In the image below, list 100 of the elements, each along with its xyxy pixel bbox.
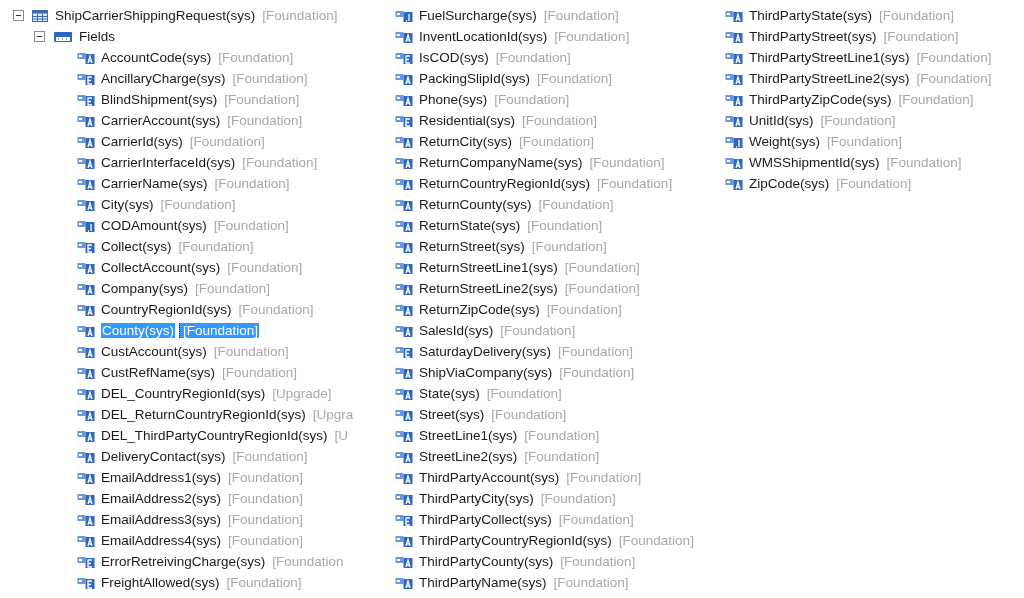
field-name[interactable]: Collect(sys) <box>101 239 172 254</box>
field-name[interactable]: ErrorRetreivingCharge(sys) <box>101 554 266 569</box>
field-name[interactable]: Company(sys) <box>101 281 189 296</box>
field-name[interactable]: ThirdPartyCity(sys) <box>419 491 534 506</box>
field-name[interactable]: EmailAddress2(sys) <box>101 491 222 506</box>
field-name[interactable]: ThirdPartyCounty(sys) <box>419 554 554 569</box>
field-name[interactable]: State(sys) <box>419 386 480 401</box>
layer-label: [Upgra <box>312 407 354 422</box>
collapse-icon[interactable] <box>13 10 24 21</box>
field-icon <box>395 71 413 86</box>
field-icon <box>725 134 743 149</box>
field-icon <box>395 449 413 464</box>
field-name[interactable]: ThirdPartyState(sys) <box>749 8 873 23</box>
field-name[interactable]: AncillaryCharge(sys) <box>101 71 226 86</box>
field-icon <box>725 71 743 86</box>
layer-label: [Foundation] <box>543 8 619 23</box>
field-name[interactable]: ThirdPartyAccount(sys) <box>419 470 560 485</box>
field-name[interactable]: CarrierInterfaceId(sys) <box>101 155 236 170</box>
field-name[interactable]: FuelSurcharge(sys) <box>419 8 537 23</box>
field-icon <box>77 239 95 254</box>
field-name[interactable]: SaturdayDelivery(sys) <box>419 344 552 359</box>
field-name[interactable]: DEL_ReturnCountryRegionId(sys) <box>101 407 306 422</box>
field-icon <box>77 407 95 422</box>
layer-label: [Foundation] <box>214 176 290 191</box>
field-name[interactable]: CarrierName(sys) <box>101 176 208 191</box>
layer-label: [Foundation] <box>500 323 576 338</box>
layer-label: [Foundation] <box>883 29 959 44</box>
field-name[interactable]: ReturnCounty(sys) <box>419 197 532 212</box>
field-name[interactable]: StreetLine2(sys) <box>419 449 518 464</box>
field-name[interactable]: CarrierAccount(sys) <box>101 113 221 128</box>
field-name[interactable]: InventLocationId(sys) <box>419 29 548 44</box>
field-icon <box>77 218 95 233</box>
field-icon <box>395 50 413 65</box>
field-name[interactable]: BlindShipment(sys) <box>101 92 218 107</box>
field-name[interactable]: CollectAccount(sys) <box>101 260 221 275</box>
field-icon <box>395 8 413 23</box>
layer-label: [Foundation] <box>213 344 289 359</box>
field-icon <box>77 512 95 527</box>
field-name[interactable]: CustAccount(sys) <box>101 344 207 359</box>
layer-label: [Foundation] <box>540 491 616 506</box>
field-name[interactable]: ReturnZipCode(sys) <box>419 302 540 317</box>
field-name[interactable]: ShipViaCompany(sys) <box>419 365 553 380</box>
field-icon <box>725 92 743 107</box>
field-name[interactable]: CarrierId(sys) <box>101 134 183 149</box>
field-name[interactable]: StreetLine1(sys) <box>419 428 518 443</box>
field-name[interactable]: IsCOD(sys) <box>419 50 489 65</box>
layer-label: [Foundation] <box>519 134 595 149</box>
field-name[interactable]: EmailAddress4(sys) <box>101 533 222 548</box>
field-icon <box>77 155 95 170</box>
field-name[interactable]: ThirdPartyZipCode(sys) <box>749 92 892 107</box>
field-name[interactable]: ZipCode(sys) <box>749 176 830 191</box>
field-name[interactable]: Street(sys) <box>419 407 485 422</box>
field-name[interactable]: DEL_ThirdPartyCountryRegionId(sys) <box>101 428 328 443</box>
field-icon <box>77 281 95 296</box>
field-name[interactable]: ThirdPartyName(sys) <box>419 575 547 590</box>
field-name[interactable]: DEL_CountryRegionId(sys) <box>101 386 266 401</box>
field-name[interactable]: EmailAddress1(sys) <box>101 470 222 485</box>
field-name[interactable]: AccountCode(sys) <box>101 50 212 65</box>
table-name[interactable]: ShipCarrierShippingRequest(sys) <box>55 8 256 23</box>
field-name[interactable]: ReturnStreetLine1(sys) <box>419 260 558 275</box>
field-name[interactable]: Phone(sys) <box>419 92 488 107</box>
field-name[interactable]: ReturnCity(sys) <box>419 134 512 149</box>
layer-label: [Foundation] <box>564 281 640 296</box>
field-name[interactable]: City(sys) <box>101 197 154 212</box>
field-name[interactable]: FreightAllowed(sys) <box>101 575 220 590</box>
field-name[interactable]: CustRefName(sys) <box>101 365 216 380</box>
layer-label: [Foundation] <box>228 470 304 485</box>
layer-label: [Foundation] <box>491 407 567 422</box>
field-name[interactable]: ThirdPartyCountryRegionId(sys) <box>419 533 612 548</box>
field-icon <box>395 533 413 548</box>
field-name[interactable]: Residential(sys) <box>419 113 516 128</box>
field-icon <box>77 323 95 338</box>
field-name[interactable]: ReturnStreetLine2(sys) <box>419 281 558 296</box>
table-icon <box>31 7 49 24</box>
layer-label: [Foundation] <box>494 92 570 107</box>
field-name[interactable]: ReturnStreet(sys) <box>419 239 525 254</box>
field-name[interactable]: WMSShipmentId(sys) <box>749 155 880 170</box>
field-name[interactable]: ThirdPartyStreet(sys) <box>749 29 877 44</box>
group-label[interactable]: Fields <box>79 29 115 44</box>
field-name[interactable]: ReturnCompanyName(sys) <box>419 155 583 170</box>
layer-label: [Foundation] <box>898 92 974 107</box>
field-name[interactable]: ThirdPartyStreetLine1(sys) <box>749 50 910 65</box>
field-name[interactable]: ReturnState(sys) <box>419 218 521 233</box>
field-name[interactable]: EmailAddress3(sys) <box>101 512 222 527</box>
layer-label: [Foundation] <box>224 92 300 107</box>
layer-label: [Foundation] <box>618 533 694 548</box>
collapse-icon[interactable] <box>34 31 45 42</box>
field-name[interactable]: UnitId(sys) <box>749 113 814 128</box>
field-name[interactable]: CODAmount(sys) <box>101 218 207 233</box>
field-name[interactable]: ThirdPartyCollect(sys) <box>419 512 552 527</box>
field-name[interactable]: Weight(sys) <box>749 134 820 149</box>
layer-label: [Foundation] <box>564 260 640 275</box>
layer-label: [Foundation] <box>232 71 308 86</box>
field-icon <box>395 344 413 359</box>
field-name[interactable]: CountryRegionId(sys) <box>101 302 232 317</box>
field-name[interactable]: PackingSlipId(sys) <box>419 71 531 86</box>
field-name[interactable]: DeliveryContact(sys) <box>101 449 226 464</box>
field-name[interactable]: ThirdPartyStreetLine2(sys) <box>749 71 910 86</box>
field-name[interactable]: SalesId(sys) <box>419 323 494 338</box>
field-name[interactable]: ReturnCountryRegionId(sys) <box>419 176 591 191</box>
